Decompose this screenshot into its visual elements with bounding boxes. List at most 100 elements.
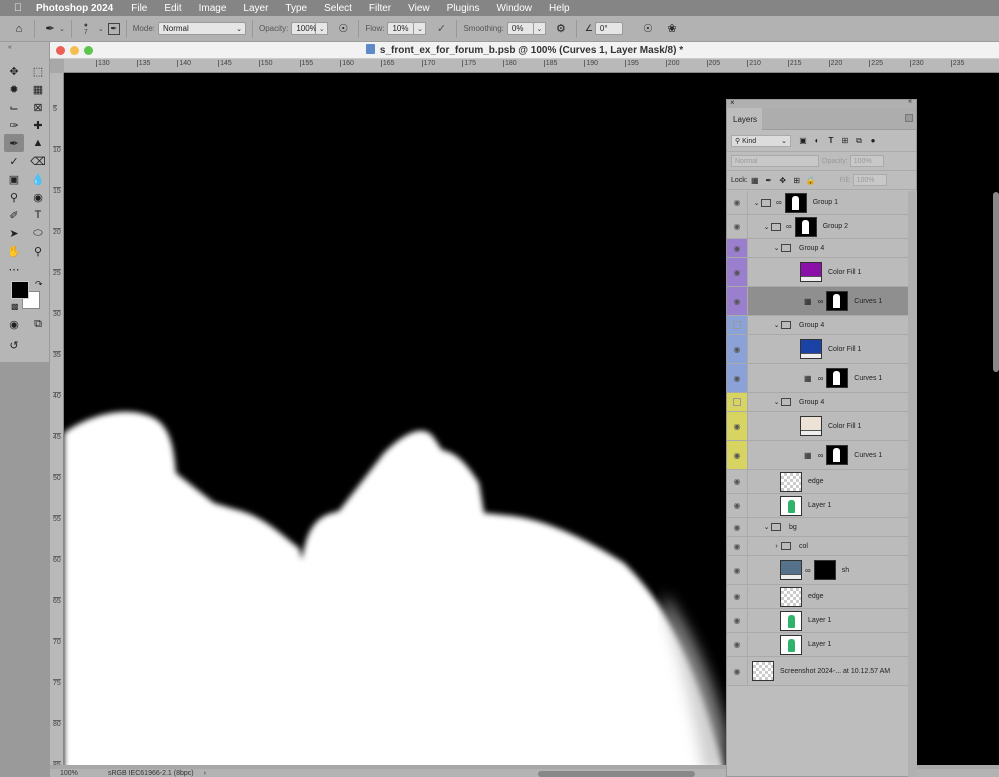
marquee-tool-icon[interactable]: ⬚ (28, 62, 48, 80)
layer-row[interactable]: ◉ edge (727, 470, 908, 494)
visibility-toggle[interactable]: ◉ (727, 633, 748, 656)
opacity-input[interactable]: 100% (291, 22, 317, 35)
color-fill-thumbnail[interactable] (780, 560, 802, 580)
filter-kind-dropdown[interactable]: ⚲ Kind ⌄ (731, 134, 791, 147)
chevron-down-icon[interactable]: ⌄ (752, 199, 761, 207)
visibility-toggle[interactable]: ◉ (727, 609, 748, 632)
layer-name[interactable]: Layer 1 (808, 617, 831, 624)
symmetry-butterfly-icon[interactable]: ❀ (663, 20, 681, 38)
layer-name[interactable]: bg (789, 524, 797, 531)
layer-mask-thumbnail[interactable] (826, 368, 849, 388)
visibility-toggle[interactable] (727, 316, 748, 334)
layer-opacity-input[interactable]: 100% (849, 155, 884, 167)
color-fill-thumbnail[interactable] (800, 262, 822, 282)
angle-input[interactable]: 0° (594, 22, 623, 35)
visibility-toggle[interactable]: ◉ (727, 657, 748, 685)
layer-mask-thumbnail[interactable] (794, 216, 817, 237)
layer-row[interactable]: ⌄ Group 4 (727, 393, 908, 412)
layer-name[interactable]: Curves 1 (854, 452, 882, 459)
menu-window[interactable]: Window (496, 3, 532, 14)
menu-file[interactable]: File (131, 3, 147, 14)
pressure-opacity-icon[interactable]: ☉ (334, 20, 352, 38)
collapse-panel-icon[interactable]: « (908, 98, 912, 105)
visibility-toggle[interactable]: ◉ (727, 258, 748, 286)
filter-type-icon[interactable]: T (824, 136, 838, 145)
link-icon[interactable]: ∞ (818, 374, 824, 383)
filter-adjustment-icon[interactable]: ◐ (810, 136, 824, 145)
chevron-right-icon[interactable]: › (772, 543, 781, 550)
apple-menu-icon[interactable]:  (0, 2, 36, 14)
layer-name[interactable]: Screenshot 2024-... at 10.12.57 AM (780, 668, 890, 675)
filter-shape-icon[interactable]: ⊞ (838, 136, 852, 145)
layer-row[interactable]: ◉ ⌄ Group 4 (727, 239, 908, 258)
gradient-tool-icon[interactable]: ▣ (4, 170, 24, 188)
layer-name[interactable]: col (799, 543, 808, 550)
zoom-level[interactable]: 100% (60, 770, 100, 777)
chevron-down-icon[interactable]: ⌄ (762, 223, 771, 231)
blend-mode-dropdown[interactable]: Normal (731, 155, 819, 167)
smoothing-options-gear-icon[interactable]: ⚙ (552, 20, 570, 38)
chevron-down-icon[interactable]: ⌄ (59, 25, 65, 33)
color-fill-thumbnail[interactable] (800, 416, 822, 436)
visibility-toggle[interactable]: ◉ (727, 239, 748, 257)
color-fill-thumbnail[interactable] (800, 339, 822, 359)
visibility-toggle[interactable]: ◉ (727, 335, 748, 363)
link-icon[interactable]: ∞ (818, 297, 824, 306)
tab-layers[interactable]: Layers (727, 108, 762, 130)
layer-name[interactable]: Color Fill 1 (828, 269, 861, 276)
layer-row[interactable]: ◉ ▦ ∞ Curves 1 (727, 364, 908, 393)
layer-row[interactable]: ◉ Screenshot 2024-... at 10.12.57 AM (727, 657, 908, 686)
link-icon[interactable]: ∞ (805, 566, 811, 575)
eraser-tool-icon[interactable]: ⌫ (28, 152, 48, 170)
smudge-tool-icon[interactable]: ◉ (28, 188, 48, 206)
visibility-toggle[interactable]: ◉ (727, 441, 748, 469)
visibility-toggle[interactable]: ◉ (727, 556, 748, 584)
layer-name[interactable]: Group 4 (799, 245, 824, 252)
menu-type[interactable]: Type (285, 3, 307, 14)
pressure-size-icon[interactable]: ☉ (639, 20, 657, 38)
layer-row[interactable]: ◉ Layer 1 (727, 633, 908, 657)
layer-name[interactable]: sh (842, 567, 849, 574)
layer-name[interactable]: Group 2 (823, 223, 848, 230)
lock-transparent-pixels-icon[interactable]: ▦ (748, 176, 762, 185)
screen-mode-icon[interactable]: ⧉ (28, 315, 48, 333)
menu-help[interactable]: Help (549, 3, 570, 14)
brush-settings-panel-icon[interactable]: ✒ (107, 22, 120, 35)
link-icon[interactable]: ∞ (786, 222, 792, 231)
menu-view[interactable]: View (408, 3, 430, 14)
chevron-down-icon[interactable]: ⌄ (762, 523, 771, 531)
menu-select[interactable]: Select (324, 3, 352, 14)
layer-row[interactable]: ◉ ⌄ bg (727, 518, 908, 537)
crop-tool-icon[interactable]: ⌙ (4, 98, 24, 116)
panel-collapse-icon[interactable]: « (8, 44, 12, 51)
lock-artboard-icon[interactable]: ⊞ (790, 176, 804, 185)
layer-row[interactable]: ◉ Layer 1 (727, 609, 908, 633)
layer-name[interactable]: Color Fill 1 (828, 346, 861, 353)
blur-tool-icon[interactable]: 💧 (28, 170, 48, 188)
layer-mask-thumbnail[interactable] (813, 560, 836, 580)
flow-dropdown[interactable]: ⌄ (414, 22, 427, 35)
layer-row[interactable]: ◉ ⌄ ∞ Group 2 (727, 215, 908, 239)
layer-row[interactable]: ◉ edge (727, 585, 908, 609)
home-icon[interactable]: ⌂ (10, 20, 28, 38)
filter-toggle-icon[interactable]: ● (866, 136, 880, 145)
ellipse-tool-icon[interactable]: ⬭ (28, 224, 48, 242)
layer-name[interactable]: Layer 1 (808, 502, 831, 509)
default-colors-icon[interactable]: ▩ (11, 302, 19, 311)
visibility-toggle[interactable]: ◉ (727, 364, 748, 392)
visibility-toggle[interactable]: ◉ (727, 191, 748, 214)
layer-row[interactable]: ◉ ∞ sh (727, 556, 908, 585)
visibility-toggle[interactable]: ◉ (727, 494, 748, 517)
layer-row[interactable]: ◉ Color Fill 1 (727, 258, 908, 287)
pen-tool-icon[interactable]: ✐ (4, 206, 24, 224)
menu-plugins[interactable]: Plugins (447, 3, 480, 14)
clone-stamp-tool-icon[interactable]: ▲ (28, 134, 48, 152)
layer-name[interactable]: Group 1 (813, 199, 838, 206)
filter-smart-object-icon[interactable]: ⧉ (852, 136, 866, 146)
swap-colors-icon[interactable]: ↷ (35, 279, 43, 290)
lock-position-icon[interactable]: ✥ (776, 176, 790, 185)
layer-name[interactable]: edge (808, 478, 824, 485)
object-selection-tool-icon[interactable]: ▦ (28, 80, 48, 98)
smoothing-dropdown[interactable]: ⌄ (533, 22, 546, 35)
status-menu-chevron-icon[interactable]: › (204, 770, 206, 777)
